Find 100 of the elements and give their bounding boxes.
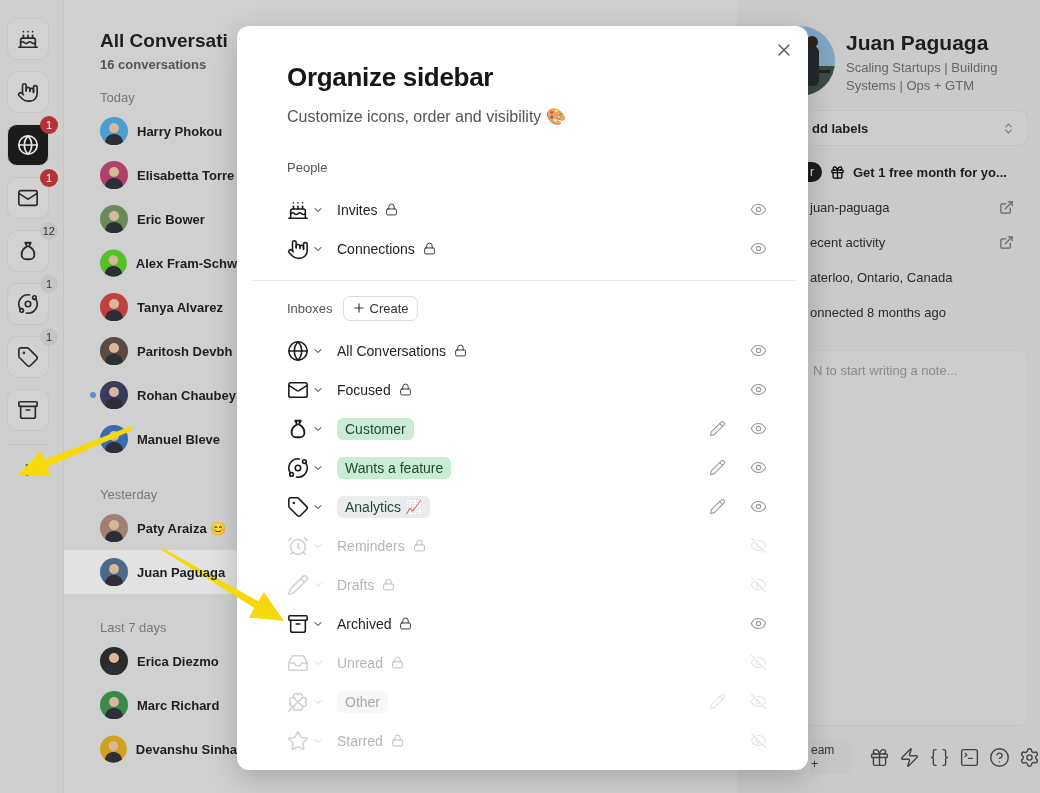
dialog-title: Organize sidebar (287, 62, 495, 93)
terminal-icon[interactable] (959, 746, 980, 768)
edit-icon[interactable] (709, 459, 726, 476)
hand-icon (17, 81, 39, 103)
contact-name: Devanshu Sinha (135, 741, 237, 757)
braces-icon[interactable] (929, 746, 950, 768)
conversation-row[interactable]: Rohan Chaubey (64, 373, 237, 417)
archive-icon (17, 399, 39, 421)
gift-icon (830, 164, 845, 180)
conversation-row[interactable]: Harry Phokou (64, 109, 237, 153)
profile-detail: onnected 8 months ago (810, 305, 946, 320)
item-label: Unread (337, 654, 383, 671)
eye-icon[interactable] (750, 342, 767, 359)
invite-button[interactable]: eam + (810, 740, 852, 774)
lock-icon (390, 734, 404, 747)
sidebar-button[interactable] (7, 336, 49, 378)
lock-icon (385, 203, 399, 216)
item-label: Starred (337, 732, 383, 749)
promo-link[interactable]: Get 1 free month for yo... (853, 164, 1007, 180)
avatar (100, 249, 127, 277)
avatar (100, 205, 128, 233)
star-icon (287, 729, 309, 752)
avatar (100, 117, 128, 145)
contact-name: Erica Diezmo (137, 653, 219, 669)
external-link-icon[interactable] (999, 235, 1014, 250)
sidebar-button[interactable] (7, 71, 49, 113)
profile-detail: aterloo, Ontario, Canada (810, 270, 953, 285)
labels-select[interactable]: dd labels (810, 110, 1028, 146)
create-button[interactable]: Create (342, 295, 418, 321)
edit-icon[interactable] (709, 420, 726, 437)
count-badge: 12 (39, 222, 58, 240)
conversation-row[interactable]: Devanshu Sinha (64, 727, 237, 771)
eye-icon[interactable] (750, 459, 767, 476)
contact-name: Marc Richard (137, 697, 220, 713)
lock-icon (412, 539, 426, 552)
eye-icon[interactable] (750, 240, 767, 257)
conversation-row[interactable]: Alex Fram-Schw (64, 241, 237, 285)
conversation-row[interactable]: Paty Araiza 😊 (64, 506, 237, 550)
count-badge: 1 (40, 328, 58, 346)
lock-icon (422, 242, 436, 255)
help-icon[interactable] (989, 746, 1010, 768)
group-label: Last 7 days (100, 620, 168, 635)
eye-icon[interactable] (750, 201, 767, 218)
section-label: People (287, 159, 328, 175)
conversation-row[interactable]: Marc Richard (64, 683, 237, 727)
tag-icon (17, 346, 39, 368)
contact-name: Paty Araiza 😊 (137, 520, 227, 536)
profile-detail: juan-paguaga (810, 200, 890, 215)
contact-name: Paritosh Devbh (137, 343, 233, 359)
item-label: Archived (337, 615, 392, 632)
conversation-row[interactable]: Elisabetta Torre (64, 153, 237, 197)
conversation-row[interactable]: Erica Diezmo (64, 639, 237, 683)
avatar (100, 647, 128, 675)
avatar (100, 735, 127, 763)
profile-bio: Scaling Startups | Building Systems | Ops + GTM (846, 59, 999, 95)
count-badge: 1 (40, 116, 58, 134)
edit-icon[interactable] (709, 498, 726, 515)
avatar (100, 161, 128, 189)
external-link-icon[interactable] (999, 200, 1014, 215)
profile-detail: ecent activity (810, 235, 886, 250)
sidebar-button[interactable] (7, 177, 49, 219)
conversation-row[interactable]: Paritosh Devbh (64, 329, 237, 373)
label-tag: Other (337, 690, 388, 713)
sidebar-button[interactable] (7, 389, 49, 431)
gift-icon[interactable] (869, 746, 890, 768)
globe-icon (287, 339, 309, 362)
eye-icon[interactable] (750, 420, 767, 437)
archive-icon (287, 612, 309, 635)
label-tag: Customer (337, 417, 414, 440)
settings-icon[interactable] (1019, 746, 1040, 768)
chevron-icon (1002, 121, 1015, 135)
hand-icon (287, 237, 309, 260)
contact-name: Tanya Alvarez (137, 299, 223, 315)
sidebar-button[interactable] (7, 18, 49, 60)
conversation-row[interactable]: Eric Bower (64, 197, 237, 241)
alarm-clock-icon (287, 534, 309, 557)
sidebar-button[interactable] (7, 124, 49, 166)
contact-name: Rohan Chaubey (137, 387, 236, 403)
contact-name: Manuel Bleve (137, 431, 221, 447)
clover-icon (287, 690, 309, 713)
sidebar-button[interactable] (7, 283, 49, 325)
avatar (100, 691, 128, 719)
eye-icon[interactable] (750, 615, 767, 632)
item-label: Connections (337, 240, 415, 257)
contact-name: Alex Fram-Schw (135, 255, 237, 271)
item-label: All Conversations (337, 342, 446, 359)
lightning-icon[interactable] (899, 746, 920, 768)
conversation-row[interactable]: Tanya Alvarez (64, 285, 237, 329)
contact-name: Eric Bower (137, 211, 205, 227)
mail-icon (17, 187, 39, 209)
item-label: Invites (337, 201, 378, 218)
lock-icon (390, 656, 404, 669)
eye-icon[interactable] (750, 381, 767, 398)
eye-icon[interactable] (750, 498, 767, 515)
count-badge: 1 (40, 275, 58, 293)
cake-icon (17, 28, 39, 50)
label-tag: Analytics 📈 (337, 495, 430, 518)
group-label: Today (100, 90, 136, 105)
lock-icon (382, 578, 396, 591)
planet-icon (17, 293, 39, 315)
